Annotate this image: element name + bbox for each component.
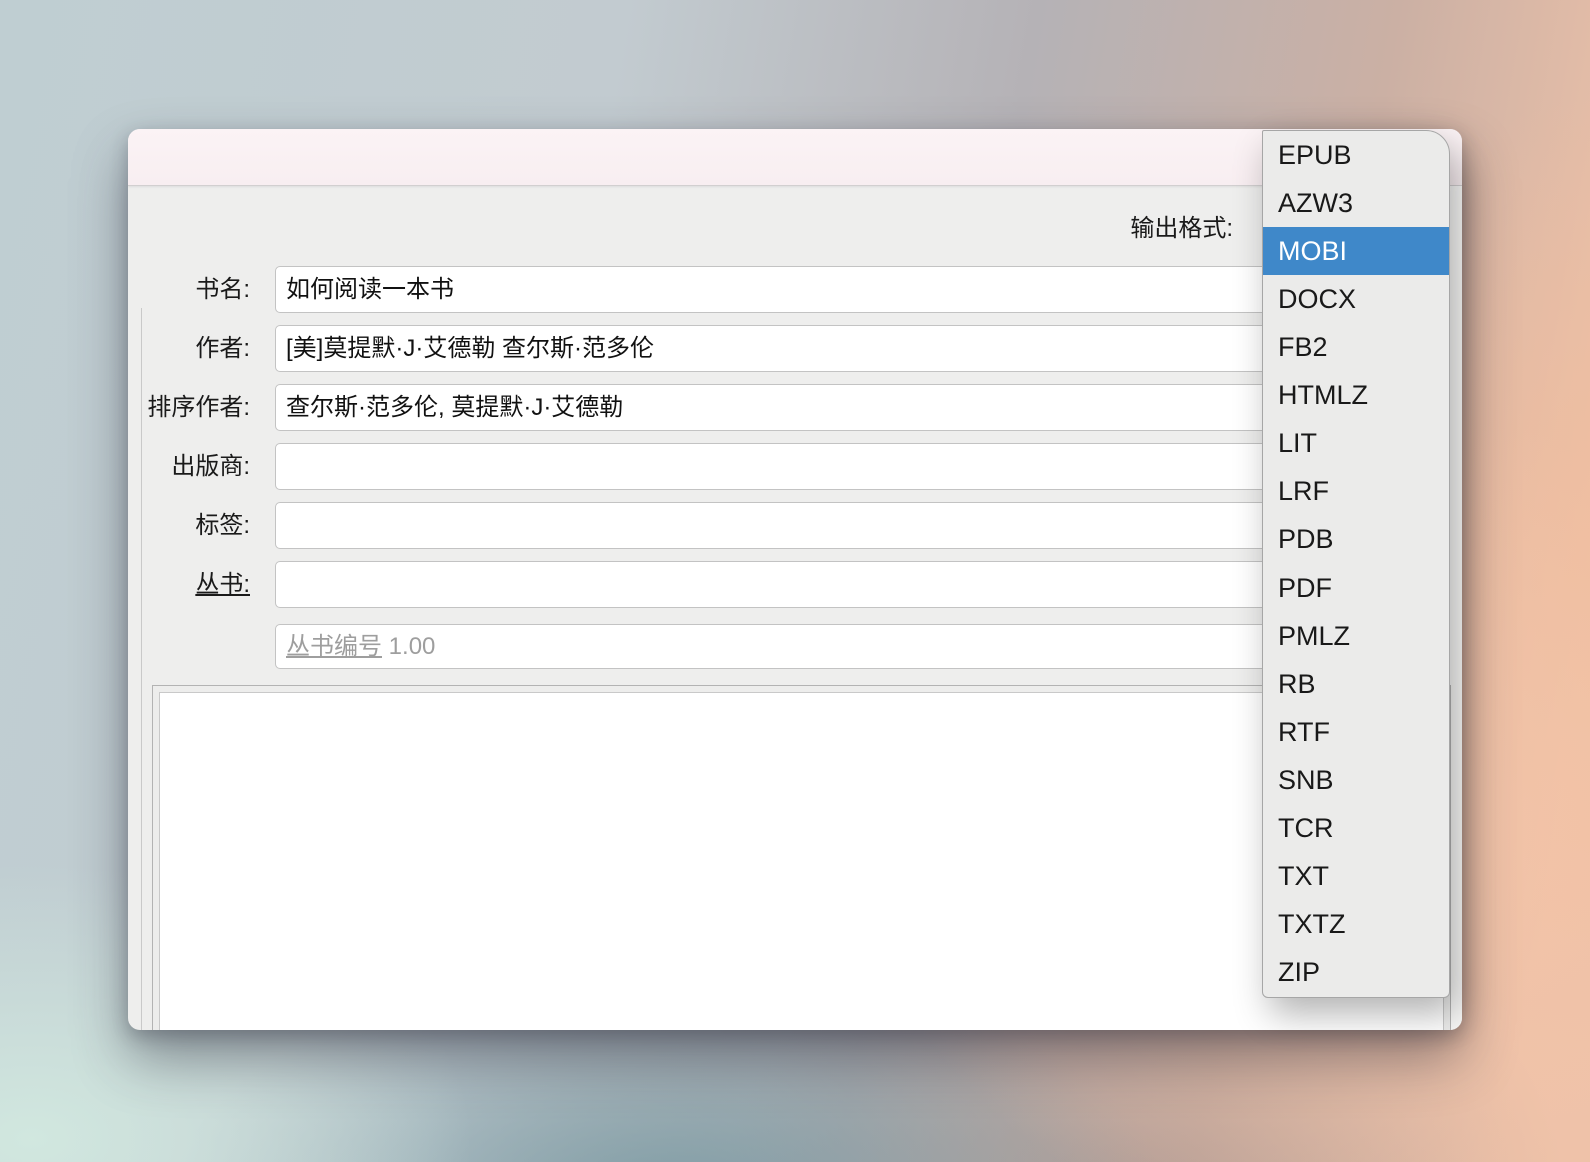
tags-label: 标签:	[195, 512, 250, 539]
publisher-label: 出版商:	[171, 453, 250, 480]
output-format-dropdown: EPUB AZW3 MOBI DOCX FB2 HTMLZ LIT LRF PD…	[1262, 130, 1450, 998]
format-option-rtf[interactable]: RTF	[1263, 708, 1449, 756]
format-option-pmlz[interactable]: PMLZ	[1263, 612, 1449, 660]
format-option-docx[interactable]: DOCX	[1263, 275, 1449, 323]
title-value: 如何阅读一本书	[286, 276, 454, 303]
format-option-txtz[interactable]: TXTZ	[1263, 901, 1449, 949]
format-option-txt[interactable]: TXT	[1263, 853, 1449, 901]
format-option-lrf[interactable]: LRF	[1263, 468, 1449, 516]
author-sort-label: 排序作者:	[147, 394, 250, 421]
series-number-placeholder-label: 丛书编号	[286, 633, 382, 660]
comments-editor[interactable]	[159, 692, 1444, 1030]
series-number-placeholder-value: 1.00	[388, 633, 436, 660]
format-option-pdf[interactable]: PDF	[1263, 564, 1449, 612]
format-option-snb[interactable]: SNB	[1263, 756, 1449, 804]
format-option-pdb[interactable]: PDB	[1263, 516, 1449, 564]
authors-value: [美]莫提默·J·艾德勒 查尔斯·范多伦	[286, 335, 654, 362]
output-format-label: 输出格式:	[1130, 215, 1233, 242]
format-option-mobi[interactable]: MOBI	[1263, 227, 1449, 276]
series-label: 丛书:	[195, 571, 250, 598]
format-option-htmlz[interactable]: HTMLZ	[1263, 372, 1449, 420]
format-option-fb2[interactable]: FB2	[1263, 323, 1449, 371]
authors-label: 作者:	[195, 335, 250, 362]
format-option-tcr[interactable]: TCR	[1263, 805, 1449, 853]
desktop-background: 输出格式: 书名: 如何阅读一本书 作者: [美]莫提默·J·艾德勒 查尔斯·范…	[0, 0, 1590, 1162]
format-option-lit[interactable]: LIT	[1263, 420, 1449, 468]
format-option-rb[interactable]: RB	[1263, 660, 1449, 708]
title-label: 书名:	[195, 276, 250, 303]
author-sort-value: 查尔斯·范多伦, 莫提默·J·艾德勒	[286, 394, 624, 421]
format-option-epub[interactable]: EPUB	[1263, 131, 1449, 179]
format-option-zip[interactable]: ZIP	[1263, 949, 1449, 997]
comments-container	[152, 685, 1451, 1030]
format-option-azw3[interactable]: AZW3	[1263, 179, 1449, 227]
